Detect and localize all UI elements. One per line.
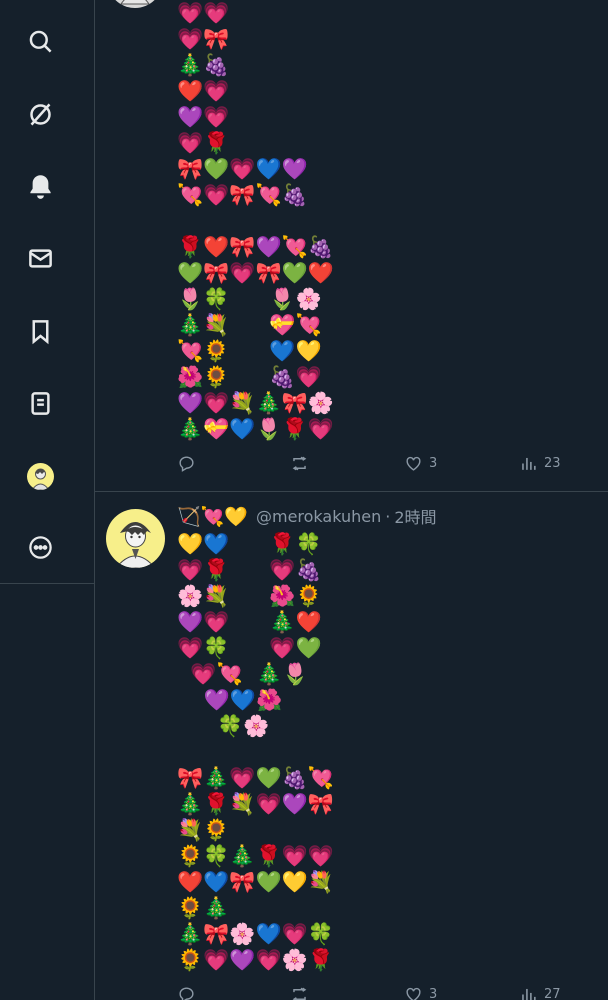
profile-avatar[interactable] [22, 458, 58, 494]
emoji-art-row: 💜💗 🎄❤️ [177, 610, 322, 634]
emoji-art-row: 🌹❤️🎀💜💘🍇 [177, 235, 334, 259]
emoji-art-row: 💘🌻 💙💛 [177, 339, 322, 363]
emoji-art-row: 🌺🌻 🍇💗 [177, 365, 322, 389]
views-button[interactable]: 27 [519, 985, 561, 1000]
like-button[interactable]: 3 [404, 454, 437, 473]
emoji-art-row: 🌸💐 🌺🌻 [177, 584, 322, 608]
emoji-art-row: 🍀🌸 [177, 714, 270, 738]
emoji-art-row: 🎄🍇 [177, 53, 230, 77]
search-icon[interactable] [22, 23, 58, 59]
reply-icon [179, 987, 194, 1000]
separator-dot: · [385, 506, 391, 526]
emoji-art-row: 🎄💝💙🌷🌹💗 [177, 417, 334, 441]
emoji-art-row: 🌻🎄 [177, 896, 230, 920]
post-author-avatar[interactable] [107, 0, 163, 8]
emoji-art-row: 💚🎀💗🎀💚❤️ [177, 261, 334, 285]
emoji-art-row: ❤️💗 [177, 79, 230, 103]
post-header: 🏹💘💛 @merokakuhen · 2時間 [177, 503, 437, 529]
reply-button[interactable] [177, 985, 196, 1000]
display-name[interactable]: 🏹💘💛 [177, 505, 248, 528]
post-author-avatar[interactable] [106, 509, 165, 568]
emoji-art-row: 🌷🍀 🌷🌸 [177, 287, 322, 311]
author-handle[interactable]: @merokakuhen [256, 507, 381, 526]
views-button[interactable]: 23 [519, 454, 561, 473]
retweet-button[interactable] [290, 985, 309, 1000]
heart-icon [406, 987, 421, 1000]
view-count: 23 [544, 456, 561, 471]
emoji-art-row: ❤️💙🎀💚💛💐 [177, 870, 334, 894]
emoji-art-row: 💘💗🎀💘🍇 [177, 183, 308, 207]
bar-chart-icon [522, 457, 536, 470]
post-divider [95, 491, 608, 492]
emoji-art-row: 💜💗 [177, 105, 230, 129]
emoji-art-row: 🌻💗💜💗🌸🌹 [177, 948, 334, 972]
emoji-art-row: 🎀💚💗💙💜 [177, 157, 308, 181]
sidebar-nav [0, 0, 95, 1000]
view-count: 27 [544, 987, 561, 1000]
bar-chart-icon [522, 988, 536, 1000]
lists-icon[interactable] [22, 385, 58, 421]
emoji-art-row: 💗🍀 💗💚 [177, 636, 322, 660]
emoji-art-row: 💛💙 🌹🍀 [177, 532, 322, 556]
avatar-image [26, 462, 54, 490]
emoji-art-row: 💜💗💐🎄🎀🌸 [177, 391, 334, 415]
emoji-art-row: 💗💘 🎄🌷 [177, 662, 309, 686]
emoji-art-row: 💗🎀 [177, 27, 230, 51]
sidebar-divider [0, 583, 94, 584]
like-count: 3 [429, 987, 438, 1000]
emoji-art-row: 💜💙🌺 [177, 688, 283, 712]
bookmark-icon[interactable] [22, 313, 58, 349]
emoji-art-row: 💗🌹 💗🍇 [177, 558, 322, 582]
emoji-art-row: 🎀🎄💗💚🍇💘 [177, 766, 334, 790]
post-time[interactable]: 2時間 [394, 504, 436, 528]
notifications-bell-icon[interactable] [22, 168, 58, 204]
grok-icon[interactable] [22, 96, 58, 132]
emoji-art-row: 💗💗 [177, 1, 230, 25]
messages-mail-icon[interactable] [22, 240, 58, 276]
reply-icon [179, 456, 194, 472]
emoji-art-row: 💗🌹 [177, 131, 230, 155]
emoji-art-row: 💐🌻 [177, 818, 230, 842]
more-options-icon[interactable] [22, 529, 58, 565]
emoji-art-row: 🎄💐 💝💘 [177, 313, 322, 337]
like-button[interactable]: 3 [404, 985, 437, 1000]
like-count: 3 [429, 456, 438, 471]
retweet-icon [292, 987, 307, 1000]
emoji-art-row: 🎄🌹💐💗💜🎀 [177, 792, 334, 816]
retweet-button[interactable] [290, 454, 315, 473]
emoji-art-row: 🌻🍀🎄🌹💗💗 [177, 844, 334, 868]
heart-icon [406, 456, 421, 471]
retweet-icon [292, 456, 307, 471]
reply-button[interactable] [177, 454, 202, 473]
emoji-art-row: 🎄🎀🌸💙💗🍀 [177, 922, 334, 946]
timeline: 💗💗 💗🎀 🎄🍇 ❤️💗 💜💗 💗🌹 🎀💚💗💙💜 💘💗🎀💘🍇 🌹❤️🎀💜💘🍇 💚🎀💗🎀💚❤️ 🌷🍀 … [95, 0, 608, 1000]
